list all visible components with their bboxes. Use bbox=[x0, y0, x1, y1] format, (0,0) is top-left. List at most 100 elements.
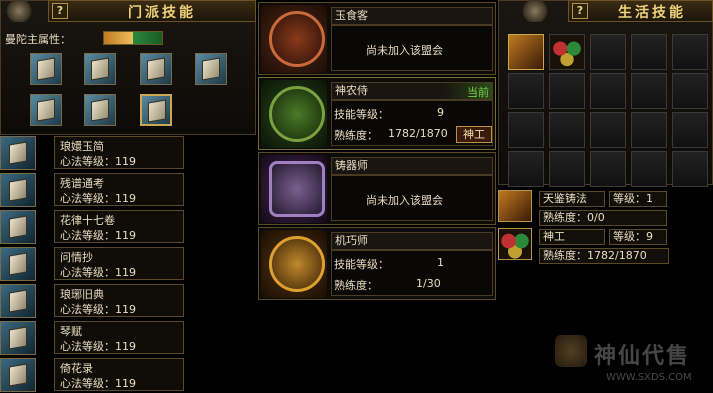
life-skill-name-1: 天鉴铸法 bbox=[539, 191, 605, 207]
life-panel-title: 生活技能 bbox=[618, 5, 686, 21]
skill-level: 心法等级：119 bbox=[60, 377, 136, 390]
life-item-slot[interactable] bbox=[631, 112, 667, 148]
life-skill-prof-2: 熟练度：1782/1870 bbox=[539, 248, 669, 264]
life-item-slot[interactable] bbox=[508, 151, 544, 187]
skill-slot-icon[interactable] bbox=[0, 210, 36, 244]
attribute-label: 曼陀主属性： bbox=[5, 33, 71, 46]
sect-skill-icon-4[interactable] bbox=[195, 53, 227, 85]
life-item-slot[interactable] bbox=[590, 112, 626, 148]
sect-skill-icon-6[interactable] bbox=[84, 94, 116, 126]
leaf-emblem-icon bbox=[269, 86, 325, 142]
alliance-card-shennongshi[interactable]: 神农侍 当前 技能等级： 9 熟练度： 1782/1870 神工 bbox=[258, 77, 496, 150]
alliance-name: 玉食客 bbox=[331, 7, 493, 25]
life-item-slot[interactable] bbox=[672, 112, 708, 148]
life-item-slot[interactable] bbox=[590, 34, 626, 70]
sect-skill-icon-5[interactable] bbox=[30, 94, 62, 126]
alliance-emblem bbox=[261, 5, 327, 73]
skill-slot-icon[interactable] bbox=[0, 358, 36, 392]
sect-skill-icon-2[interactable] bbox=[84, 53, 116, 85]
alliance-name: 机巧师 bbox=[331, 232, 493, 250]
skill-level-value: 1 bbox=[437, 256, 444, 269]
skill-info-box: 琴赋心法等级：119 bbox=[54, 321, 184, 354]
skill-name: 琴赋 bbox=[60, 325, 82, 338]
shengong-skill-icon[interactable] bbox=[498, 228, 532, 260]
life-item-slot[interactable] bbox=[631, 73, 667, 109]
life-item-slot[interactable] bbox=[672, 34, 708, 70]
life-item-slot[interactable] bbox=[631, 34, 667, 70]
shengong-button[interactable]: 神工 bbox=[456, 126, 492, 143]
tianjian-skill-icon[interactable] bbox=[498, 190, 532, 222]
life-item-slot[interactable] bbox=[549, 151, 585, 187]
skill-name: 残谱通考 bbox=[60, 177, 104, 190]
life-skill-level-2: 等级：9 bbox=[609, 229, 667, 245]
watermark-brand: 神仙代售 bbox=[594, 344, 691, 369]
proficiency-label: 熟练度： bbox=[334, 129, 378, 142]
life-item-slot[interactable] bbox=[549, 112, 585, 148]
skill-level-label: 技能等级： bbox=[334, 108, 389, 121]
corner-ornament-left bbox=[4, 0, 34, 22]
skill-info-box: 花律十七卷 心法等级：119 bbox=[54, 210, 184, 243]
life-skill-level-1: 等级：1 bbox=[609, 191, 667, 207]
alliance-card-zhuqishi[interactable]: 铸器师 尚未加入该盟会 bbox=[258, 152, 496, 225]
skill-name: 琅嬛玉简 bbox=[60, 140, 104, 153]
alliance-card-yushike[interactable]: 玉食客 尚未加入该盟会 bbox=[258, 2, 496, 75]
life-item-slot[interactable] bbox=[508, 112, 544, 148]
proficiency-value: 1/30 bbox=[416, 277, 441, 290]
sect-skill-icon-3[interactable] bbox=[140, 53, 172, 85]
alliance-body: 尚未加入该盟会 bbox=[331, 175, 493, 221]
help-button[interactable]: ? bbox=[572, 3, 588, 19]
skill-level: 心法等级：119 bbox=[60, 340, 136, 353]
skill-level: 心法等级：119 bbox=[60, 155, 136, 168]
alliance-emblem bbox=[261, 80, 327, 148]
alliance-card-jiqiaoshi[interactable]: 机巧师 技能等级： 1 熟练度： 1/30 bbox=[258, 227, 496, 300]
skill-name: 问情抄 bbox=[60, 251, 93, 264]
life-item-slot[interactable] bbox=[590, 151, 626, 187]
skill-level-label: 技能等级： bbox=[334, 258, 389, 271]
alliance-status: 尚未加入该盟会 bbox=[366, 44, 443, 57]
skill-info-box: 倚花录心法等级：119 bbox=[54, 358, 184, 391]
skill-info-box: 琅琊旧典心法等级：119 bbox=[54, 284, 184, 317]
life-item-slot[interactable] bbox=[549, 73, 585, 109]
alliance-body: 技能等级： 1 熟练度： 1/30 bbox=[331, 250, 493, 296]
corner-ornament-right bbox=[520, 0, 550, 22]
skill-info-box: 残谱通考心法等级：119 bbox=[54, 173, 184, 206]
skill-slot-icon[interactable] bbox=[0, 247, 36, 281]
life-item-slot[interactable] bbox=[672, 73, 708, 109]
life-item-slot[interactable] bbox=[631, 151, 667, 187]
sect-skill-icon-7[interactable] bbox=[140, 94, 172, 126]
dragon-emblem-icon bbox=[269, 11, 325, 67]
skill-level: 心法等级：119 bbox=[60, 303, 136, 316]
watermark-url: WWW.SXDS.COM bbox=[606, 372, 692, 383]
current-tag: 当前 bbox=[467, 86, 489, 99]
life-item-slot[interactable] bbox=[549, 34, 585, 70]
watermark-logo bbox=[555, 335, 587, 367]
life-item-slot[interactable] bbox=[590, 73, 626, 109]
skill-name: 花律十七卷 bbox=[60, 214, 115, 227]
life-skill-name-2: 神工 bbox=[539, 229, 605, 245]
skill-level: 心法等级：119 bbox=[60, 266, 136, 279]
skill-level: 心法等级：119 bbox=[60, 192, 136, 205]
alliance-emblem bbox=[261, 155, 327, 223]
gear-emblem-icon bbox=[269, 236, 325, 292]
life-item-slot[interactable] bbox=[672, 151, 708, 187]
skill-name: 琅琊旧典 bbox=[60, 288, 104, 301]
skill-info-box: 问情抄心法等级：119 bbox=[54, 247, 184, 280]
sect-panel-title: 门派技能 bbox=[128, 5, 196, 21]
attribute-bar bbox=[103, 31, 163, 45]
skill-level-value: 9 bbox=[437, 106, 444, 119]
help-button[interactable]: ? bbox=[52, 3, 68, 19]
skill-name: 倚花录 bbox=[60, 362, 93, 375]
alliance-name: 铸器师 bbox=[331, 157, 493, 175]
alliance-status: 尚未加入该盟会 bbox=[366, 194, 443, 207]
skill-slot-icon[interactable] bbox=[0, 136, 36, 170]
life-item-slot[interactable] bbox=[508, 34, 544, 70]
sect-skill-icon-1[interactable] bbox=[30, 53, 62, 85]
skill-slot-icon[interactable] bbox=[0, 284, 36, 318]
skill-slot-icon[interactable] bbox=[0, 321, 36, 355]
skill-slot-icon[interactable] bbox=[0, 173, 36, 207]
life-item-slot[interactable] bbox=[508, 73, 544, 109]
proficiency-value: 1782/1870 bbox=[388, 127, 448, 140]
alliance-emblem bbox=[261, 230, 327, 298]
proficiency-label: 熟练度： bbox=[334, 279, 378, 292]
alliance-body: 尚未加入该盟会 bbox=[331, 25, 493, 71]
